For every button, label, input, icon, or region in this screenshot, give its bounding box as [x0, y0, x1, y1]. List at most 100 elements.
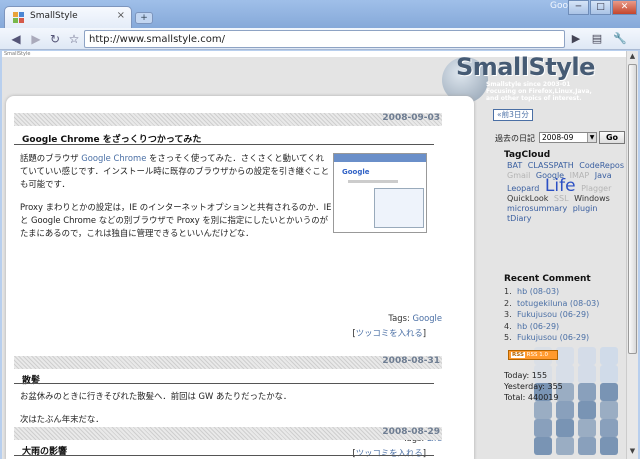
tag-cloud-link[interactable]: BAT	[507, 161, 522, 170]
post-title[interactable]: 散髪	[22, 373, 40, 386]
post-date[interactable]: 2008-09-03	[382, 113, 440, 123]
tag-cloud-link[interactable]: QuickLook	[507, 194, 548, 203]
scroll-down-icon[interactable]: ▼	[628, 447, 637, 457]
tab-close-icon[interactable]: ×	[117, 10, 125, 21]
sidebar: «前3日分 過去の日記 2008-09 ▼ Go TagCloud BAT CLA…	[481, 97, 626, 459]
favicon-icon	[13, 12, 25, 24]
tag-cloud-link[interactable]: CodeRepos	[579, 161, 624, 170]
recent-comment-link[interactable]: hb (06-29)	[517, 322, 559, 331]
tag-cloud-link[interactable]: Gmail	[507, 171, 530, 180]
title-underline	[14, 144, 434, 145]
tagcloud-title: TagCloud	[504, 150, 551, 160]
tile	[600, 383, 618, 401]
tag-cloud-link[interactable]: Windows	[574, 194, 610, 203]
tab-smallstyle[interactable]: SmallStyle ×	[4, 6, 132, 28]
tab-title: SmallStyle	[30, 11, 78, 21]
recent-comment-link[interactable]: Fukujusou (06-29)	[517, 310, 589, 319]
tile	[578, 347, 596, 365]
yesterday-count: Yesterday: 355	[504, 382, 563, 391]
today-count: Today: 155	[504, 371, 548, 380]
main-content: 2008-09-03 Google Chrome をざっくりつかってみた 話題の…	[6, 96, 474, 459]
access-counter: Today: 155 Yesterday: 355 Total: 440019	[504, 370, 563, 403]
tag-cloud-link[interactable]: Plagger	[581, 184, 611, 193]
date-bar: 2008-08-29	[14, 427, 442, 440]
recent-comment-item: 2. totugekiluna (08-03)	[504, 298, 600, 308]
tag-cloud-link[interactable]: Leopard	[507, 184, 539, 193]
tag-cloud-link[interactable]: plugin	[573, 204, 598, 213]
forward-arrow-icon[interactable]: ▶	[28, 31, 44, 47]
comment-link[interactable]: [ツッコミを入れる]	[352, 447, 426, 459]
tag-cloud-link[interactable]: CLASSPATH	[528, 161, 574, 170]
recent-comment-link[interactable]: totugekiluna (08-03)	[517, 299, 599, 308]
tile	[578, 419, 596, 437]
tile	[578, 437, 596, 455]
tile	[534, 419, 552, 437]
scroll-up-icon[interactable]: ▲	[628, 52, 637, 62]
recent-comment-link[interactable]: Fukujusou (06-29)	[517, 333, 589, 342]
tag-cloud-link[interactable]: tDiary	[507, 214, 531, 223]
reload-icon[interactable]: ↻	[47, 31, 63, 47]
tag-link[interactable]: Google	[412, 313, 442, 323]
recent-comment-list: 1. hb (08-03) 2. totugekiluna (08-03) 3. Fuku…	[504, 286, 599, 344]
back-arrow-icon[interactable]: ◀	[8, 31, 24, 47]
tile	[600, 419, 618, 437]
toolbar: ◀ ▶ ↻ ☆ ▶ ▤ 🔧	[0, 28, 640, 50]
address-bar[interactable]	[84, 30, 565, 48]
tag-cloud-link[interactable]: Life	[545, 176, 576, 196]
date-bar: 2008-09-03	[14, 113, 442, 126]
tag-cloud-link[interactable]: Java	[595, 171, 612, 180]
address-input[interactable]	[89, 32, 559, 46]
tile	[534, 401, 552, 419]
scroll-thumb[interactable]	[628, 64, 637, 354]
vertical-scrollbar[interactable]: ▲ ▼	[626, 51, 638, 459]
post-body: 話題のブラウザ Google Chrome をさっそく使ってみた．さくさくと動い…	[20, 153, 332, 238]
tile	[556, 401, 574, 419]
bookmark-star-icon[interactable]: ☆	[66, 31, 82, 47]
recent-comment-link[interactable]: hb (08-03)	[517, 287, 559, 296]
new-tab-button[interactable]: +	[135, 12, 153, 24]
tile	[578, 383, 596, 401]
date-bar: 2008-08-31	[14, 356, 442, 369]
minimize-button[interactable]: ─	[568, 0, 589, 15]
browser-window: SmallStyle × + Google ─ □ ✕ ◀ ▶ ↻ ☆ ▶ ▤ …	[0, 0, 640, 459]
tile	[600, 401, 618, 419]
wrench-icon[interactable]: 🔧	[613, 32, 627, 46]
diary-month-select[interactable]: 2008-09 ▼	[539, 132, 597, 143]
post-body: お盆休みのときに行きそびれた散髪へ．前回は GW あたりだったかな． 次はたぶん…	[20, 391, 292, 424]
recent-comment-item: 4. hb (06-29)	[504, 321, 560, 331]
body-link[interactable]: Google Chrome	[81, 153, 146, 163]
maximize-button[interactable]: □	[590, 0, 611, 15]
screenshot-thumbnail[interactable]: Google	[333, 153, 427, 233]
go-button[interactable]: Go	[599, 131, 625, 144]
tag-cloud-link[interactable]: SSL	[554, 194, 569, 203]
title-underline	[14, 383, 434, 384]
page-content: SmallStyle SmallStyle Smallstyle since 2…	[2, 51, 626, 459]
tile	[556, 419, 574, 437]
prev-days-button[interactable]: «前3日分	[493, 109, 533, 121]
logo-text: SmallStyle	[456, 53, 595, 81]
tile	[556, 347, 574, 365]
chevron-down-icon[interactable]: ▼	[587, 133, 596, 142]
tab-strip: SmallStyle × + Google ─ □ ✕	[0, 0, 640, 28]
rss-badge[interactable]: RSS RSS 1.0	[508, 350, 558, 360]
comment-link[interactable]: [ツッコミを入れる]	[352, 327, 426, 339]
total-count: Total: 440019	[504, 393, 559, 402]
tile	[578, 401, 596, 419]
tile	[556, 437, 574, 455]
recent-comment-item: 5. Fukujusou (06-29)	[504, 333, 590, 342]
go-arrow-icon[interactable]: ▶	[569, 32, 583, 46]
tile	[600, 365, 618, 383]
tile	[600, 347, 618, 365]
tag-cloud-link[interactable]: microsummary	[507, 204, 567, 213]
recent-comment-title: Recent Comment	[504, 274, 591, 284]
post-date[interactable]: 2008-08-31	[382, 356, 440, 366]
close-window-button[interactable]: ✕	[612, 0, 637, 15]
tile	[600, 437, 618, 455]
post-tags: Tags: Google	[388, 313, 442, 323]
tile	[534, 437, 552, 455]
recent-comment-item: 3. Fukujusou (06-29)	[504, 310, 590, 319]
diary-label: 過去の日記	[495, 134, 535, 143]
post-date[interactable]: 2008-08-29	[382, 427, 440, 437]
page-menu-icon[interactable]: ▤	[590, 32, 604, 46]
recent-comment-item: 1. hb (08-03)	[504, 287, 560, 296]
